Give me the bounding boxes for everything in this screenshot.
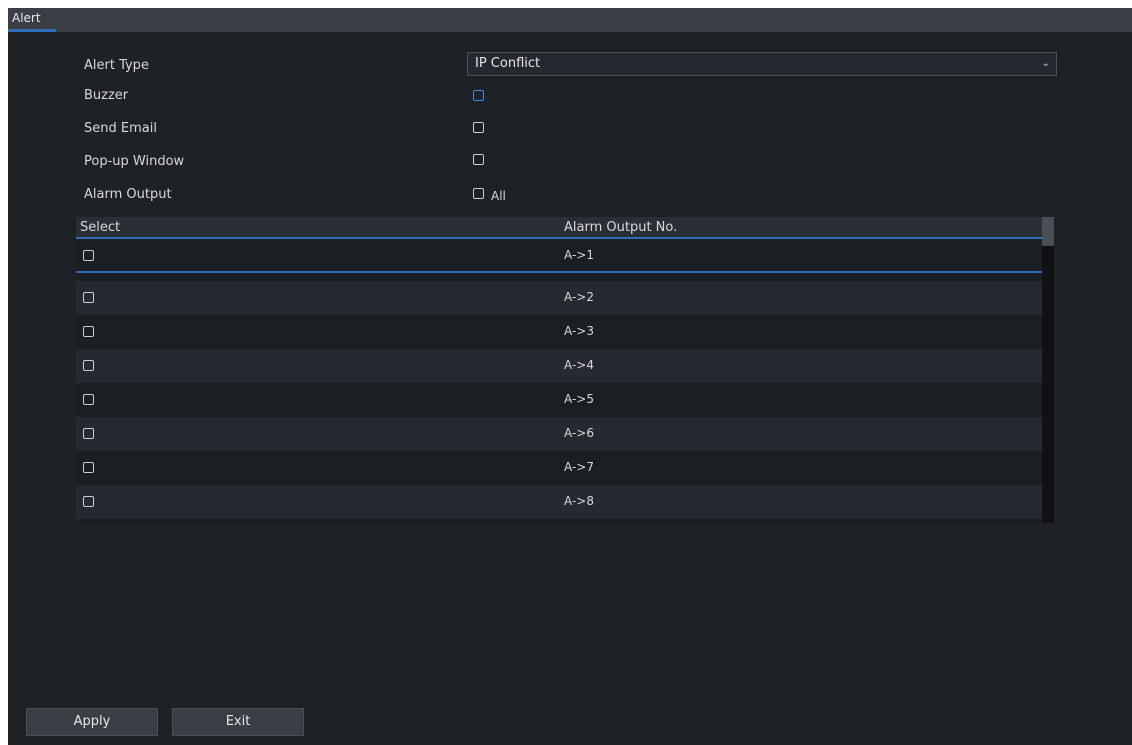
row-checkbox[interactable]	[83, 462, 94, 473]
send-email-label: Send Email	[84, 121, 157, 136]
table-row[interactable]: A->4	[76, 349, 1042, 383]
table-row[interactable]: A->5	[76, 383, 1042, 417]
exit-button[interactable]: Exit	[172, 708, 304, 736]
row-checkbox[interactable]	[83, 428, 94, 439]
table-row[interactable]: A->6	[76, 417, 1042, 451]
row-checkbox[interactable]	[83, 360, 94, 371]
chevron-down-icon: ⌄	[1041, 58, 1050, 69]
popup-window-label: Pop-up Window	[84, 154, 185, 169]
table-row[interactable]: A->3	[76, 315, 1042, 349]
alarm-output-no: A->5	[564, 392, 594, 406]
alarm-output-no: A->3	[564, 324, 594, 338]
table-row[interactable]: A->1	[76, 239, 1042, 273]
apply-button[interactable]: Apply	[26, 708, 158, 736]
alarm-output-label: Alarm Output	[84, 187, 172, 202]
send-email-checkbox[interactable]	[473, 122, 484, 133]
alarm-output-no: A->8	[564, 494, 594, 508]
table-row[interactable]: A->7	[76, 451, 1042, 485]
table-row[interactable]: A->2	[76, 281, 1042, 315]
alarm-output-no: A->2	[564, 290, 594, 304]
alarm-output-no: A->1	[564, 248, 594, 262]
alarm-output-no: A->6	[564, 426, 594, 440]
row-checkbox[interactable]	[83, 250, 94, 261]
row-checkbox[interactable]	[83, 496, 94, 507]
all-label: All	[491, 189, 506, 203]
alarm-output-table: Select Alarm Output No. A->1 A->2 A->3 A…	[76, 217, 1042, 523]
alert-type-value: IP Conflict	[475, 56, 541, 71]
row-checkbox[interactable]	[83, 326, 94, 337]
scrollbar-thumb[interactable]	[1042, 217, 1054, 246]
active-tab-indicator	[8, 29, 56, 32]
column-header-alarm-output-no[interactable]: Alarm Output No.	[564, 220, 677, 235]
column-header-select[interactable]: Select	[80, 220, 120, 235]
popup-window-checkbox[interactable]	[473, 154, 484, 165]
tab-bar: Alert	[8, 8, 1132, 32]
buzzer-checkbox[interactable]	[473, 90, 484, 101]
table-row[interactable]: A->8	[76, 485, 1042, 519]
alert-type-label: Alert Type	[84, 58, 149, 73]
tab-alert-label: Alert	[12, 11, 41, 25]
tab-alert[interactable]: Alert	[8, 8, 56, 32]
alarm-output-no: A->4	[564, 358, 594, 372]
alert-type-select[interactable]: IP Conflict ⌄	[467, 52, 1057, 76]
table-header: Select Alarm Output No.	[76, 217, 1042, 239]
alarm-output-all-checkbox[interactable]	[473, 188, 484, 199]
table-scrollbar[interactable]	[1042, 217, 1054, 523]
alert-settings-window: Alert Alert Type IP Conflict ⌄ Buzzer Se…	[8, 8, 1132, 745]
buzzer-label: Buzzer	[84, 88, 129, 103]
alarm-output-no: A->7	[564, 460, 594, 474]
row-checkbox[interactable]	[83, 394, 94, 405]
row-checkbox[interactable]	[83, 292, 94, 303]
